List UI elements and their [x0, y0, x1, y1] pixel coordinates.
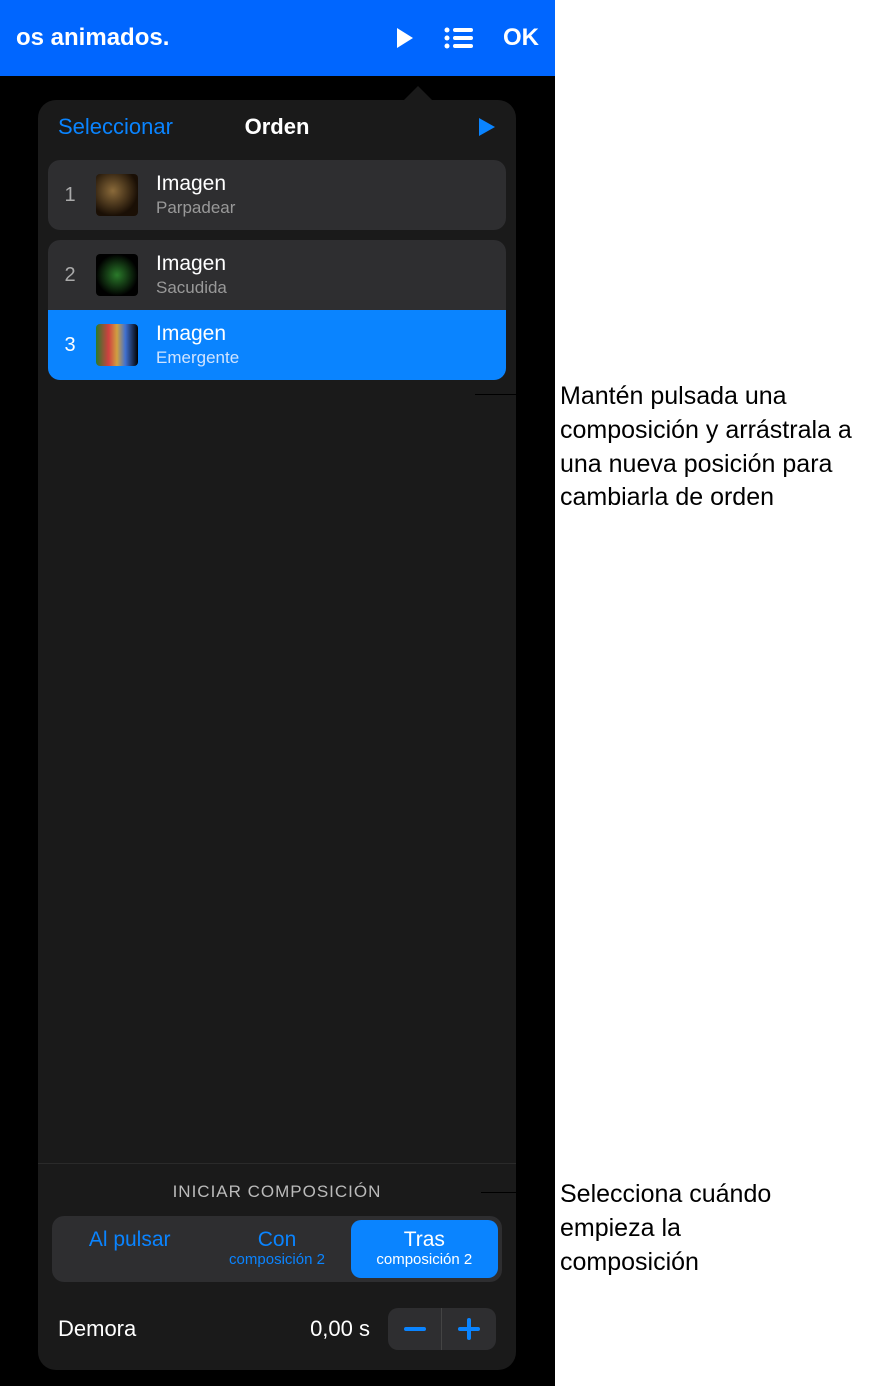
segment-label: Al pulsar [60, 1228, 199, 1251]
segment-on-tap[interactable]: Al pulsar [56, 1220, 203, 1278]
popover-header: Seleccionar Orden [38, 100, 516, 154]
build-number: 1 [62, 184, 78, 207]
callout-start-build: Selecciona cuándo empieza la composición [560, 1178, 820, 1279]
segment-after-build[interactable]: Tras composición 2 [351, 1220, 498, 1278]
build-number: 3 [62, 334, 78, 357]
build-thumbnail [96, 174, 138, 216]
build-object-name: Imagen [156, 172, 235, 196]
segment-sublabel: composición 2 [355, 1252, 494, 1269]
delay-stepper [388, 1308, 496, 1350]
build-effect-name: Parpadear [156, 198, 235, 218]
segment-sublabel: composición 2 [207, 1252, 346, 1269]
segment-with-build[interactable]: Con composición 2 [203, 1220, 350, 1278]
build-order-popover: Seleccionar Orden 1 Imagen Parpadear 2 [38, 100, 516, 1370]
build-group: 2 Imagen Sacudida 3 Imagen Emergente [48, 240, 506, 380]
stepper-minus-button[interactable] [388, 1308, 442, 1350]
callout-leader-line [481, 1192, 555, 1193]
build-number: 2 [62, 264, 78, 287]
nav-bar: os animados. OK [0, 0, 555, 76]
build-row[interactable]: 2 Imagen Sacudida [48, 240, 506, 310]
build-row[interactable]: 1 Imagen Parpadear [48, 160, 506, 230]
build-text: Imagen Sacudida [156, 252, 227, 298]
delay-label: Demora [58, 1316, 136, 1342]
popover-footer: INICIAR COMPOSICIÓN Al pulsar Con compos… [38, 1163, 516, 1370]
page-title: os animados. [16, 24, 169, 52]
build-order-icon[interactable] [443, 26, 475, 50]
build-thumbnail [96, 254, 138, 296]
delay-row: Demora 0,00 s [52, 1304, 502, 1352]
build-list: 1 Imagen Parpadear 2 Imagen Sacudida [38, 154, 516, 1163]
play-icon[interactable] [395, 26, 415, 50]
segment-label: Con [207, 1228, 346, 1251]
nav-actions: OK [395, 24, 539, 52]
preview-play-icon[interactable] [478, 117, 496, 137]
done-button[interactable]: OK [503, 24, 539, 52]
select-button[interactable]: Seleccionar [58, 114, 173, 140]
build-object-name: Imagen [156, 322, 239, 346]
build-row-selected[interactable]: 3 Imagen Emergente [48, 310, 506, 380]
build-effect-name: Sacudida [156, 278, 227, 298]
build-effect-name: Emergente [156, 348, 239, 368]
popover-title: Orden [245, 114, 310, 140]
build-text: Imagen Parpadear [156, 172, 235, 218]
callout-leader-line [475, 394, 555, 395]
build-text: Imagen Emergente [156, 322, 239, 368]
stepper-plus-button[interactable] [442, 1308, 496, 1350]
start-build-heading: INICIAR COMPOSICIÓN [52, 1182, 502, 1202]
phone-frame: os animados. OK Seleccionar Orden [0, 0, 555, 1386]
callout-drag-reorder: Mantén pulsada una composición y arrástr… [560, 380, 860, 515]
segment-label: Tras [355, 1228, 494, 1251]
delay-value: 0,00 s [310, 1316, 370, 1342]
build-thumbnail [96, 324, 138, 366]
start-build-segmented: Al pulsar Con composición 2 Tras composi… [52, 1216, 502, 1282]
build-object-name: Imagen [156, 252, 227, 276]
